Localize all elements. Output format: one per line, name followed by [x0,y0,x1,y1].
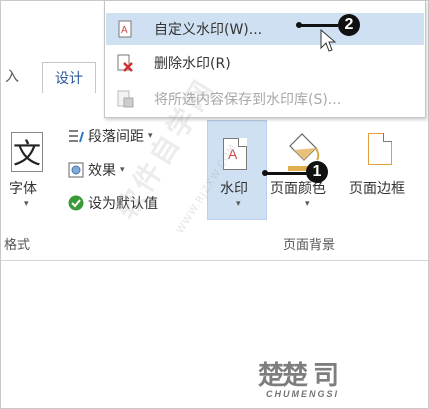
chevron-down-icon[interactable]: ▾ [24,199,29,209]
save-to-gallery-icon [116,90,134,108]
menu-item-label: 自定义水印(W)... [154,22,263,38]
remove-watermark-icon [116,54,134,72]
chevron-down-icon: ▾ [236,199,241,209]
tab-insert[interactable]: 入 [5,66,19,86]
effects-label: 效果 [88,163,116,179]
menu-item-save-to-gallery[interactable]: 将所选内容保存到水印库(S)... [106,83,424,115]
chevron-down-icon[interactable]: ▾ [305,199,310,209]
group-label-page-background: 页面背景 [283,238,336,253]
page-borders-button[interactable]: 页面边框 [349,178,405,198]
effects-button[interactable]: 效果 ▾ [68,160,125,180]
page-border-icon [368,133,392,165]
brand-logo: 楚楚 司 CHUMENGSI [258,355,408,405]
callout-badge-2: 2 [338,14,360,36]
menu-item-custom-watermark[interactable]: A 自定义水印(W)... [106,13,424,45]
paragraph-spacing-button[interactable]: 段落间距 ▾ [68,126,153,146]
mouse-cursor-icon [320,28,337,57]
callout-line [264,172,308,175]
callout-line [298,24,338,27]
svg-text:A: A [121,25,128,36]
effects-icon [68,162,84,178]
fonts-label: 字体 [9,181,37,197]
watermark-dropdown-menu: A 自定义水印(W)... 删除水印(R) 将所选内容保存到水印库(S)... [104,0,426,118]
watermark-label: 水印 [220,181,248,197]
brand-text: CHUMENGSI [266,389,340,399]
check-circle-icon [68,195,84,211]
paragraph-spacing-label: 段落间距 [88,129,144,145]
paragraph-spacing-icon [68,128,84,144]
callout-badge-1: 1 [306,161,328,183]
fonts-button[interactable]: 文 [11,132,43,172]
group-label-format: 格式 [4,238,31,253]
menu-item-remove-watermark[interactable]: 删除水印(R) [106,47,424,79]
brand-mark: 楚楚 司 [258,361,339,391]
tab-design[interactable]: 设计 [42,62,96,93]
custom-watermark-icon: A [116,20,134,38]
